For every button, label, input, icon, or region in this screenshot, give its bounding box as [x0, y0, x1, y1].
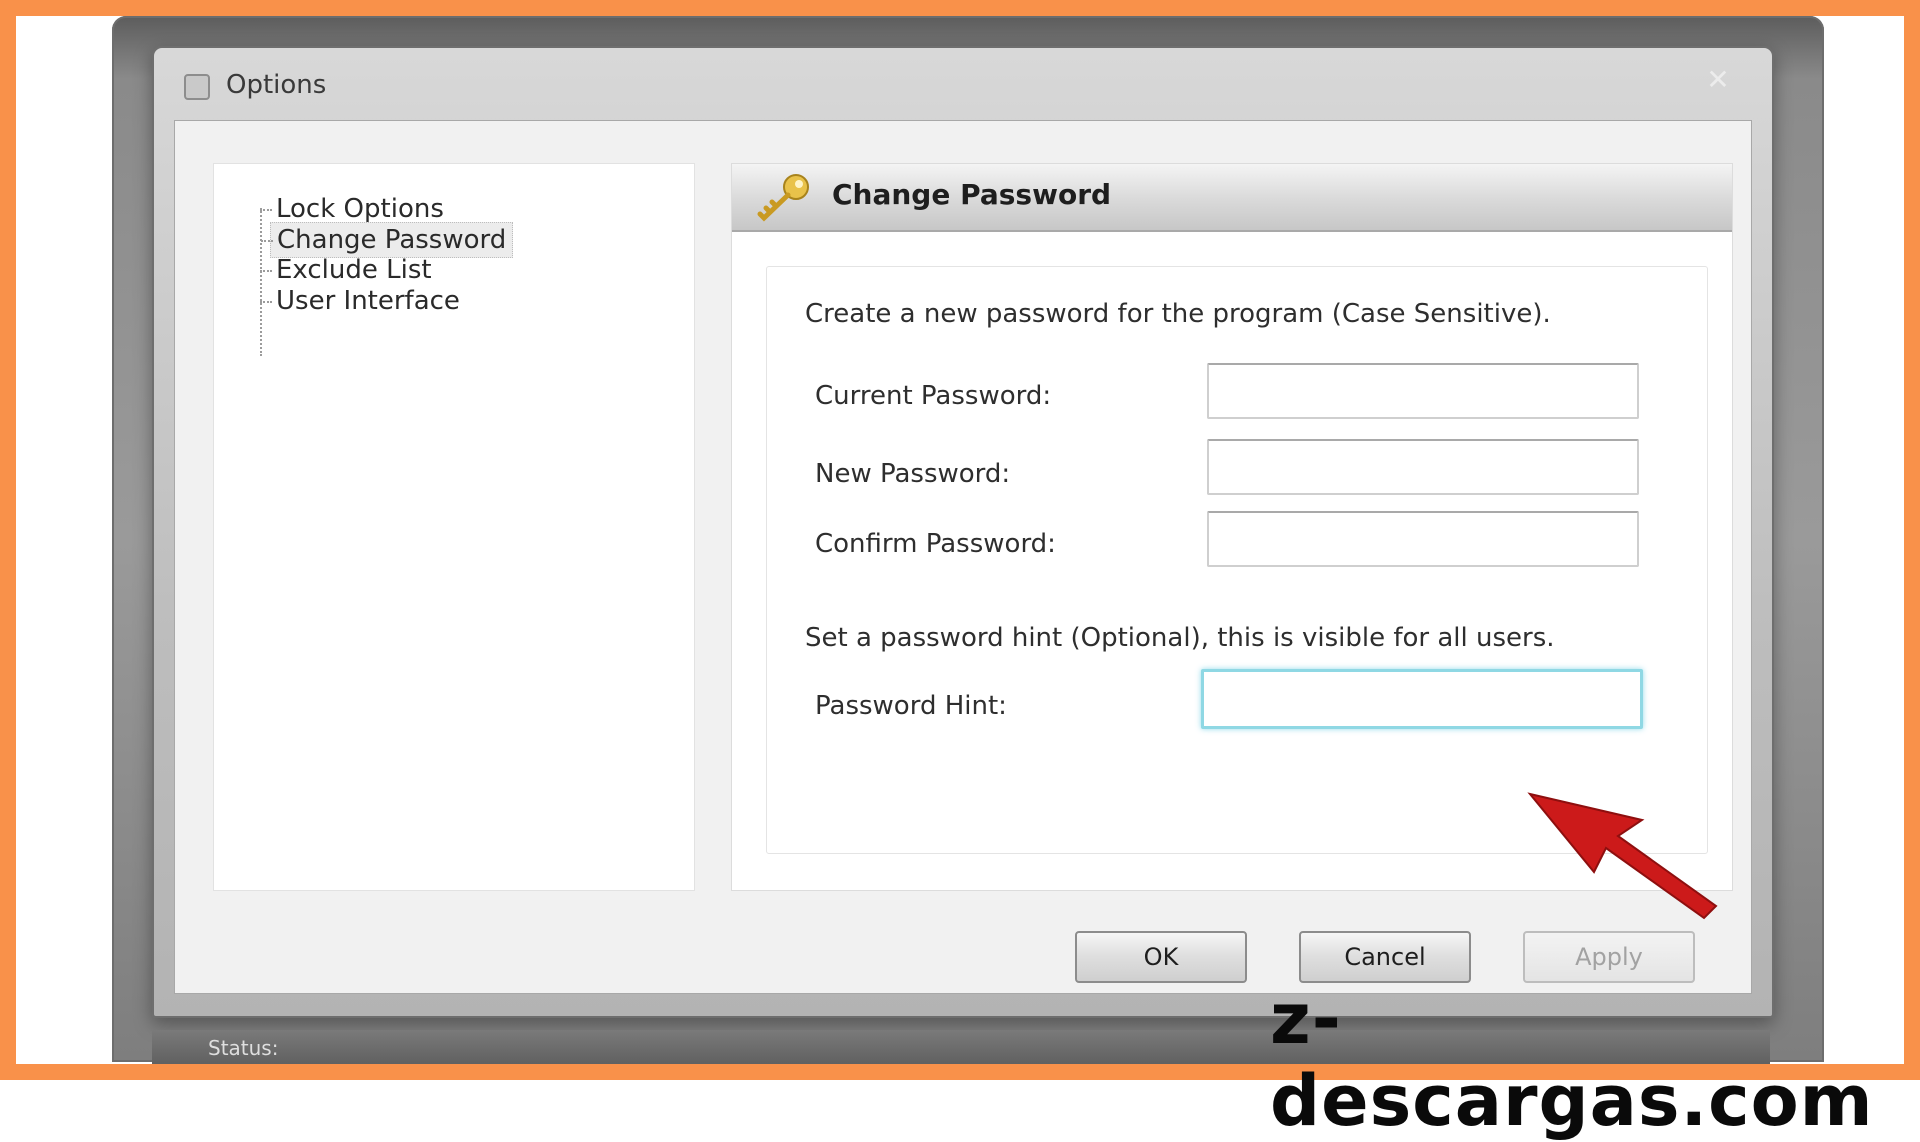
current-password-label: Current Password:	[815, 381, 1052, 411]
close-button[interactable]: ✕	[1698, 62, 1738, 98]
status-label: Status:	[208, 1036, 279, 1060]
dialog-client-area: Lock Options Change Password Exclude Lis…	[174, 120, 1752, 994]
tree-connector	[260, 208, 262, 356]
confirm-password-label: Confirm Password:	[815, 529, 1056, 559]
password-hint-label: Password Hint:	[815, 691, 1007, 721]
options-tree: Lock Options Change Password Exclude Lis…	[213, 163, 695, 891]
new-password-input[interactable]	[1207, 439, 1639, 495]
ok-button[interactable]: OK	[1075, 931, 1247, 983]
password-hint-instruction: Set a password hint (Optional), this is …	[805, 623, 1555, 653]
tree-item-user-interface[interactable]: User Interface	[260, 284, 466, 318]
tree-item-exclude-list[interactable]: Exclude List	[260, 253, 438, 287]
password-hint-input[interactable]	[1201, 669, 1643, 729]
password-form: Create a new password for the program (C…	[766, 266, 1708, 854]
create-password-instruction: Create a new password for the program (C…	[805, 299, 1551, 329]
current-password-input[interactable]	[1207, 363, 1639, 419]
watermark: z-descargas.com	[1270, 978, 1874, 1142]
dialog-title: Options	[226, 70, 327, 100]
window-icon	[184, 74, 210, 100]
red-arrow-icon	[1527, 792, 1718, 920]
confirm-password-input[interactable]	[1207, 511, 1639, 567]
dialog-titlebar[interactable]: Options ✕	[154, 48, 1772, 120]
panel-title: Change Password	[832, 178, 1112, 211]
apply-button[interactable]: Apply	[1523, 931, 1695, 983]
panel-header: Change Password	[732, 164, 1732, 232]
new-password-label: New Password:	[815, 459, 1011, 489]
key-icon	[757, 174, 809, 222]
tree-item-lock-options[interactable]: Lock Options	[260, 192, 450, 226]
cancel-button[interactable]: Cancel	[1299, 931, 1471, 983]
